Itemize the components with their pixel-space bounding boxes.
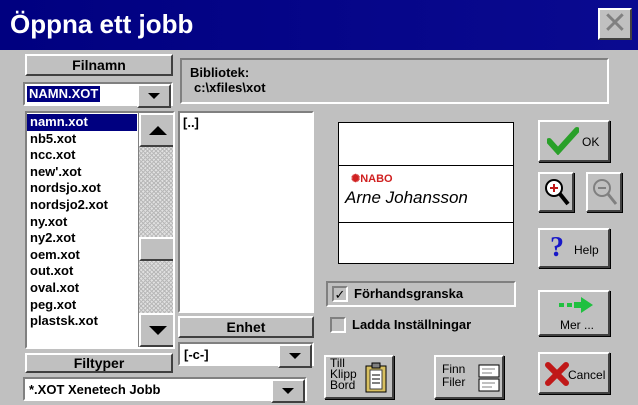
zoom-out-button[interactable] [586,172,622,212]
filetypes-select[interactable]: *.XOT Xenetech Jobb [23,377,307,403]
brand-logo-icon: ✺ [351,173,361,185]
filename-input[interactable]: NAMN.XOT [23,82,173,108]
zoom-in-icon [545,179,570,206]
chevron-down-icon [282,388,294,394]
checkmark-icon: ✓ [334,286,346,302]
directory-list[interactable]: [..] [178,111,314,313]
file-list-items: namn.xot nb5.xot ncc.xot new'.xot nordsjo.xo… [27,114,137,330]
close-button[interactable]: ✕ [598,8,632,40]
directory-item[interactable]: [..] [183,115,309,130]
library-box: Bibliotek: c:\xfiles\xot [180,58,609,104]
preview-option-label: Förhandsgranska [354,286,464,301]
file-list-item[interactable]: ny.xot [27,214,137,231]
file-list-item[interactable]: oval.xot [27,280,137,297]
title-bar[interactable]: Öppna ett jobb ✕ [0,0,638,50]
drive-value: [-c-] [184,347,209,362]
brand-name: NABO [360,173,393,185]
help-button[interactable]: ? Help [538,228,610,268]
filename-value[interactable]: NAMN.XOT [27,86,101,102]
filename-label: Filnamn [25,54,173,76]
filename-dropdown-button[interactable] [137,84,171,108]
close-icon: ✕ [602,7,628,40]
question-icon: ? [550,232,564,263]
file-list-item[interactable]: out.xot [27,263,137,280]
cancel-x-icon [545,362,569,386]
checkmark-icon [547,127,579,155]
label-preview: ✺NABO Arne Johansson [338,122,514,264]
directory-items: [..] [180,113,312,132]
file-list-item[interactable]: namn.xot [27,114,137,131]
clipboard-label: Till Klipp Bord [330,357,357,392]
find-files-label: Finn Filer [442,363,465,389]
file-list-item[interactable]: nordsjo2.xot [27,197,137,214]
cancel-button[interactable]: Cancel [538,352,610,394]
button-text-line: Bord [330,378,356,392]
cancel-label: Cancel [568,368,606,382]
file-list-item[interactable]: ncc.xot [27,147,137,164]
more-label: Mer ... [560,318,595,332]
ok-label: OK [582,135,600,149]
load-settings-checkbox[interactable] [330,317,346,333]
zoom-out-icon [593,179,618,205]
drive-dropdown-button[interactable] [278,344,312,368]
file-list-item[interactable]: nb5.xot [27,131,137,148]
file-list-item[interactable]: new'.xot [27,164,137,181]
scroll-thumb[interactable] [139,237,173,261]
filetypes-label: Filtyper [25,353,173,373]
preview-checkbox[interactable]: ✓ [332,286,348,302]
library-label: Bibliotek: [190,65,250,80]
file-list-item[interactable]: ny2.xot [27,230,137,247]
button-text-line: Filer [442,375,466,389]
scroll-up-button[interactable] [139,113,173,147]
drive-select[interactable]: [-c-] [178,342,314,368]
file-list-scrollbar[interactable] [138,113,173,347]
preview-option-row[interactable]: ✓ Förhandsgranska [326,281,516,307]
preview-label-area: ✺NABO Arne Johansson [339,165,513,223]
clipboard-button[interactable]: Till Klipp Bord [324,355,394,399]
ok-button[interactable]: OK [538,120,610,162]
file-list[interactable]: namn.xot nb5.xot ncc.xot new'.xot nordsjo.xo… [25,111,175,349]
arrow-right-icon [559,297,593,313]
chevron-down-icon [289,353,301,359]
help-label: Help [574,243,599,257]
library-path: c:\xfiles\xot [194,80,266,95]
file-cards-icon [478,364,500,392]
load-settings-row[interactable]: Ladda Inställningar [326,314,526,338]
scroll-down-button[interactable] [139,313,173,347]
zoom-in-button[interactable] [538,172,574,212]
window-title: Öppna ett jobb [10,9,194,39]
chevron-down-icon [148,93,160,99]
arrow-up-icon [148,125,167,135]
file-list-item[interactable]: peg.xot [27,297,137,314]
load-settings-label: Ladda Inställningar [352,317,472,332]
file-list-item[interactable]: oem.xot [27,247,137,264]
file-list-item[interactable]: nordsjo.xot [27,180,137,197]
filetypes-value: *.XOT Xenetech Jobb [29,382,161,397]
file-list-item[interactable]: plastsk.xot [27,313,137,330]
more-button[interactable]: Mer ... [538,290,610,336]
find-files-button[interactable]: Finn Filer [434,355,504,399]
arrow-down-icon [148,325,167,335]
clipboard-icon [365,362,387,393]
filetypes-dropdown-button[interactable] [271,379,305,403]
brand-logo: ✺NABO [351,172,393,185]
drive-label: Enhet [178,316,314,338]
preview-person-name: Arne Johansson [345,188,468,207]
dialog-window: Öppna ett jobb ✕ Filnamn NAMN.XOT Biblio… [0,0,638,405]
